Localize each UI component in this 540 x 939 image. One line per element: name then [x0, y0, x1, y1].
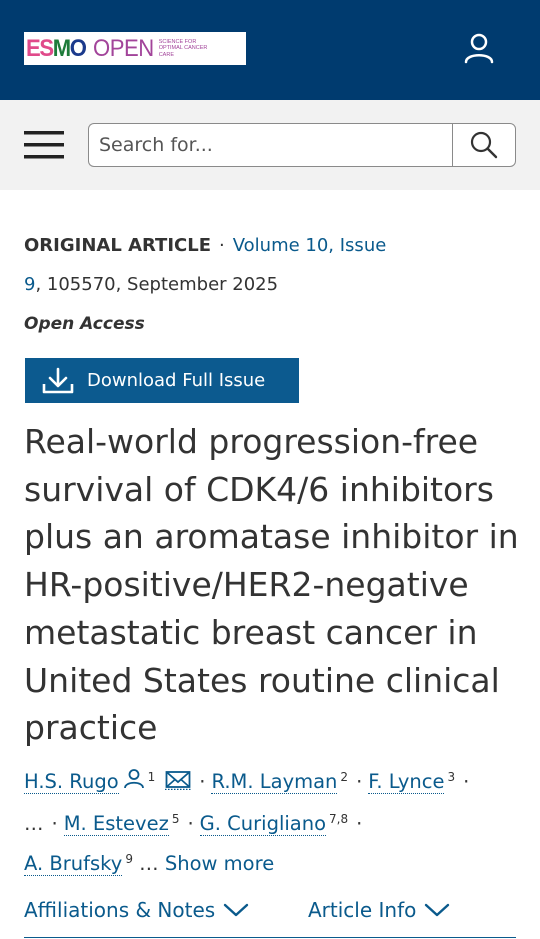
- author-link[interactable]: F. Lynce: [368, 770, 445, 794]
- search-input-wrapper: [88, 123, 452, 167]
- citation-text: , 105570, September 2025: [35, 274, 279, 295]
- meta-separator: ·: [219, 235, 225, 256]
- author-link[interactable]: A. Brufsky: [24, 852, 123, 876]
- author-separator: ·: [51, 812, 58, 835]
- email-icon[interactable]: [165, 764, 192, 804]
- logo-tagline: SCIENCE FOR OPTIMAL CANCER CARE: [158, 39, 208, 58]
- tab-affiliations-label: Affiliations & Notes: [24, 898, 216, 922]
- author-ellipsis: …: [139, 852, 159, 875]
- user-account-button[interactable]: [460, 30, 498, 70]
- article-tabs: Affiliations & Notes Article Info: [24, 896, 516, 938]
- open-access-label: Open Access: [24, 314, 145, 334]
- menu-button[interactable]: [24, 128, 64, 162]
- tab-article-info[interactable]: Article Info: [308, 898, 450, 922]
- author-list: H.S. Rugo 1 · R.M. Layman 2 · F. Lynce 3 ·… · M. E…: [24, 762, 524, 884]
- logo-open-wordmark: OPEN: [92, 34, 154, 62]
- tab-article-info-label: Article Info: [308, 898, 417, 922]
- author-link[interactable]: H.S. Rugo: [24, 770, 119, 794]
- author-affiliation-sup: 2: [340, 769, 349, 784]
- author-separator: ·: [199, 770, 206, 793]
- issue-number-link[interactable]: 9: [24, 274, 35, 295]
- author-affiliation-sup: 5: [171, 811, 180, 826]
- article-type: ORIGINAL ARTICLE: [24, 235, 211, 256]
- author-link[interactable]: M. Estevez: [63, 812, 169, 836]
- author-link[interactable]: G. Curigliano: [199, 812, 327, 836]
- chevron-down-icon: [425, 903, 450, 917]
- author-separator: ·: [356, 770, 363, 793]
- download-button-label: Download Full Issue: [87, 370, 266, 391]
- download-full-issue-button[interactable]: Download Full Issue: [25, 358, 299, 403]
- chevron-down-icon: [224, 903, 249, 917]
- user-icon: [464, 33, 494, 64]
- author-affiliation-sup: 7,8: [329, 811, 349, 826]
- article-meta-line: ORIGINAL ARTICLE · Volume 10, Issue: [24, 235, 386, 256]
- show-more-authors-button[interactable]: Show more: [165, 852, 274, 875]
- author-separator: ·: [463, 770, 470, 793]
- logo-esmo-wordmark: ESMO: [26, 34, 87, 62]
- search-icon: [470, 131, 498, 159]
- article-title: Real-world progression-free survival of …: [24, 422, 519, 748]
- author-separator: ·: [356, 812, 363, 835]
- author-separator: ·: [187, 812, 194, 835]
- article-citation-line: 9, 105570, September 2025: [24, 274, 278, 295]
- author-affiliation-sup: 3: [447, 769, 456, 784]
- author-affiliation-sup: 1: [147, 769, 156, 784]
- tab-affiliations-notes[interactable]: Affiliations & Notes: [24, 898, 249, 922]
- hamburger-menu-icon: [24, 131, 64, 159]
- author-link[interactable]: R.M. Layman: [211, 770, 338, 794]
- esmo-open-logo[interactable]: ESMO OPEN SCIENCE FOR OPTIMAL CANCER CAR…: [24, 32, 246, 65]
- volume-issue-link[interactable]: Volume 10, Issue: [233, 235, 387, 256]
- top-header: ESMO OPEN SCIENCE FOR OPTIMAL CANCER CAR…: [0, 0, 540, 100]
- search-input[interactable]: [99, 124, 452, 166]
- author-ellipsis: …: [24, 812, 44, 835]
- download-icon: [42, 367, 74, 393]
- person-icon: [123, 764, 145, 804]
- author-affiliation-sup: 9: [125, 851, 133, 866]
- search-button[interactable]: [452, 123, 516, 167]
